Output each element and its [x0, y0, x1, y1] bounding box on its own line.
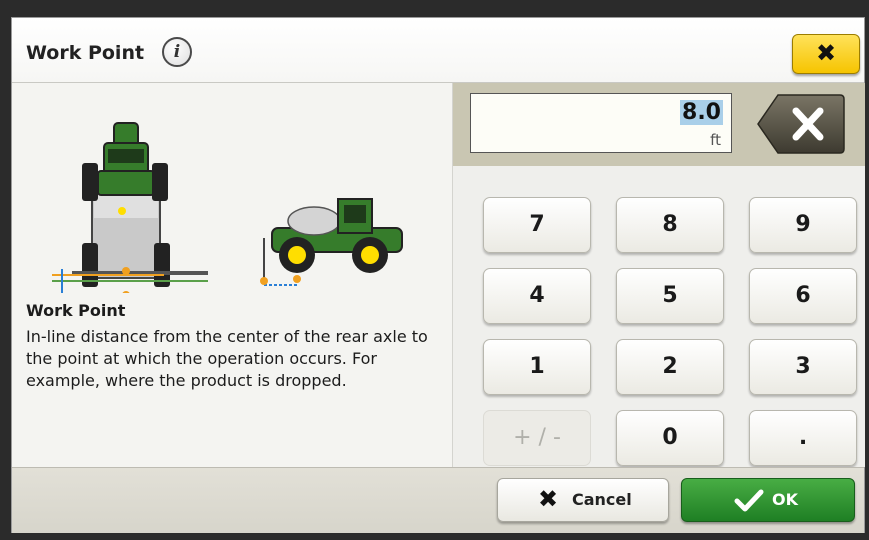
close-button[interactable]: ✖ [792, 34, 860, 74]
key-2[interactable]: 2 [616, 339, 724, 395]
value-text: 8.0 [680, 100, 723, 125]
key-8[interactable]: 8 [616, 197, 724, 253]
key-6[interactable]: 6 [749, 268, 857, 324]
key-4[interactable]: 4 [483, 268, 591, 324]
key-3[interactable]: 3 [749, 339, 857, 395]
sprayer-side-view [260, 198, 403, 286]
close-icon: ✖ [815, 39, 837, 67]
cancel-label: Cancel [572, 490, 632, 509]
backspace-icon[interactable] [756, 93, 846, 155]
key-plus-minus: + / - [483, 410, 591, 466]
dialog-footer: ✖ Cancel OK [12, 467, 864, 533]
work-point-illustration [52, 122, 403, 293]
ok-label: OK [772, 490, 798, 509]
key-1[interactable]: 1 [483, 339, 591, 395]
sprayer-front-view [52, 122, 208, 293]
numeric-entry-panel: 8.0 ft 7 8 9 4 5 6 1 2 3 + / - 0 . [452, 83, 865, 467]
key-0[interactable]: 0 [616, 410, 724, 466]
work-point-dialog: Work Point i ✖ Work Point In-line distan… [11, 17, 865, 533]
key-7[interactable]: 7 [483, 197, 591, 253]
help-description: In-line distance from the center of the … [26, 327, 428, 390]
info-icon[interactable]: i [162, 37, 192, 67]
entry-bar: 8.0 ft [453, 83, 865, 166]
dialog-title: Work Point [26, 42, 145, 64]
checkmark-icon [734, 489, 764, 512]
value-input[interactable]: 8.0 ft [470, 93, 732, 153]
help-panel: Work Point In-line distance from the cen… [12, 83, 452, 467]
unit-label: ft [710, 131, 721, 149]
cancel-x-icon: ✖ [538, 485, 559, 513]
key-decimal[interactable]: . [749, 410, 857, 466]
dialog-header: Work Point i ✖ [12, 18, 864, 83]
key-5[interactable]: 5 [616, 268, 724, 324]
key-9[interactable]: 9 [749, 197, 857, 253]
ok-button[interactable]: OK [681, 478, 855, 522]
help-title: Work Point [26, 301, 126, 320]
cancel-button[interactable]: ✖ Cancel [497, 478, 669, 522]
